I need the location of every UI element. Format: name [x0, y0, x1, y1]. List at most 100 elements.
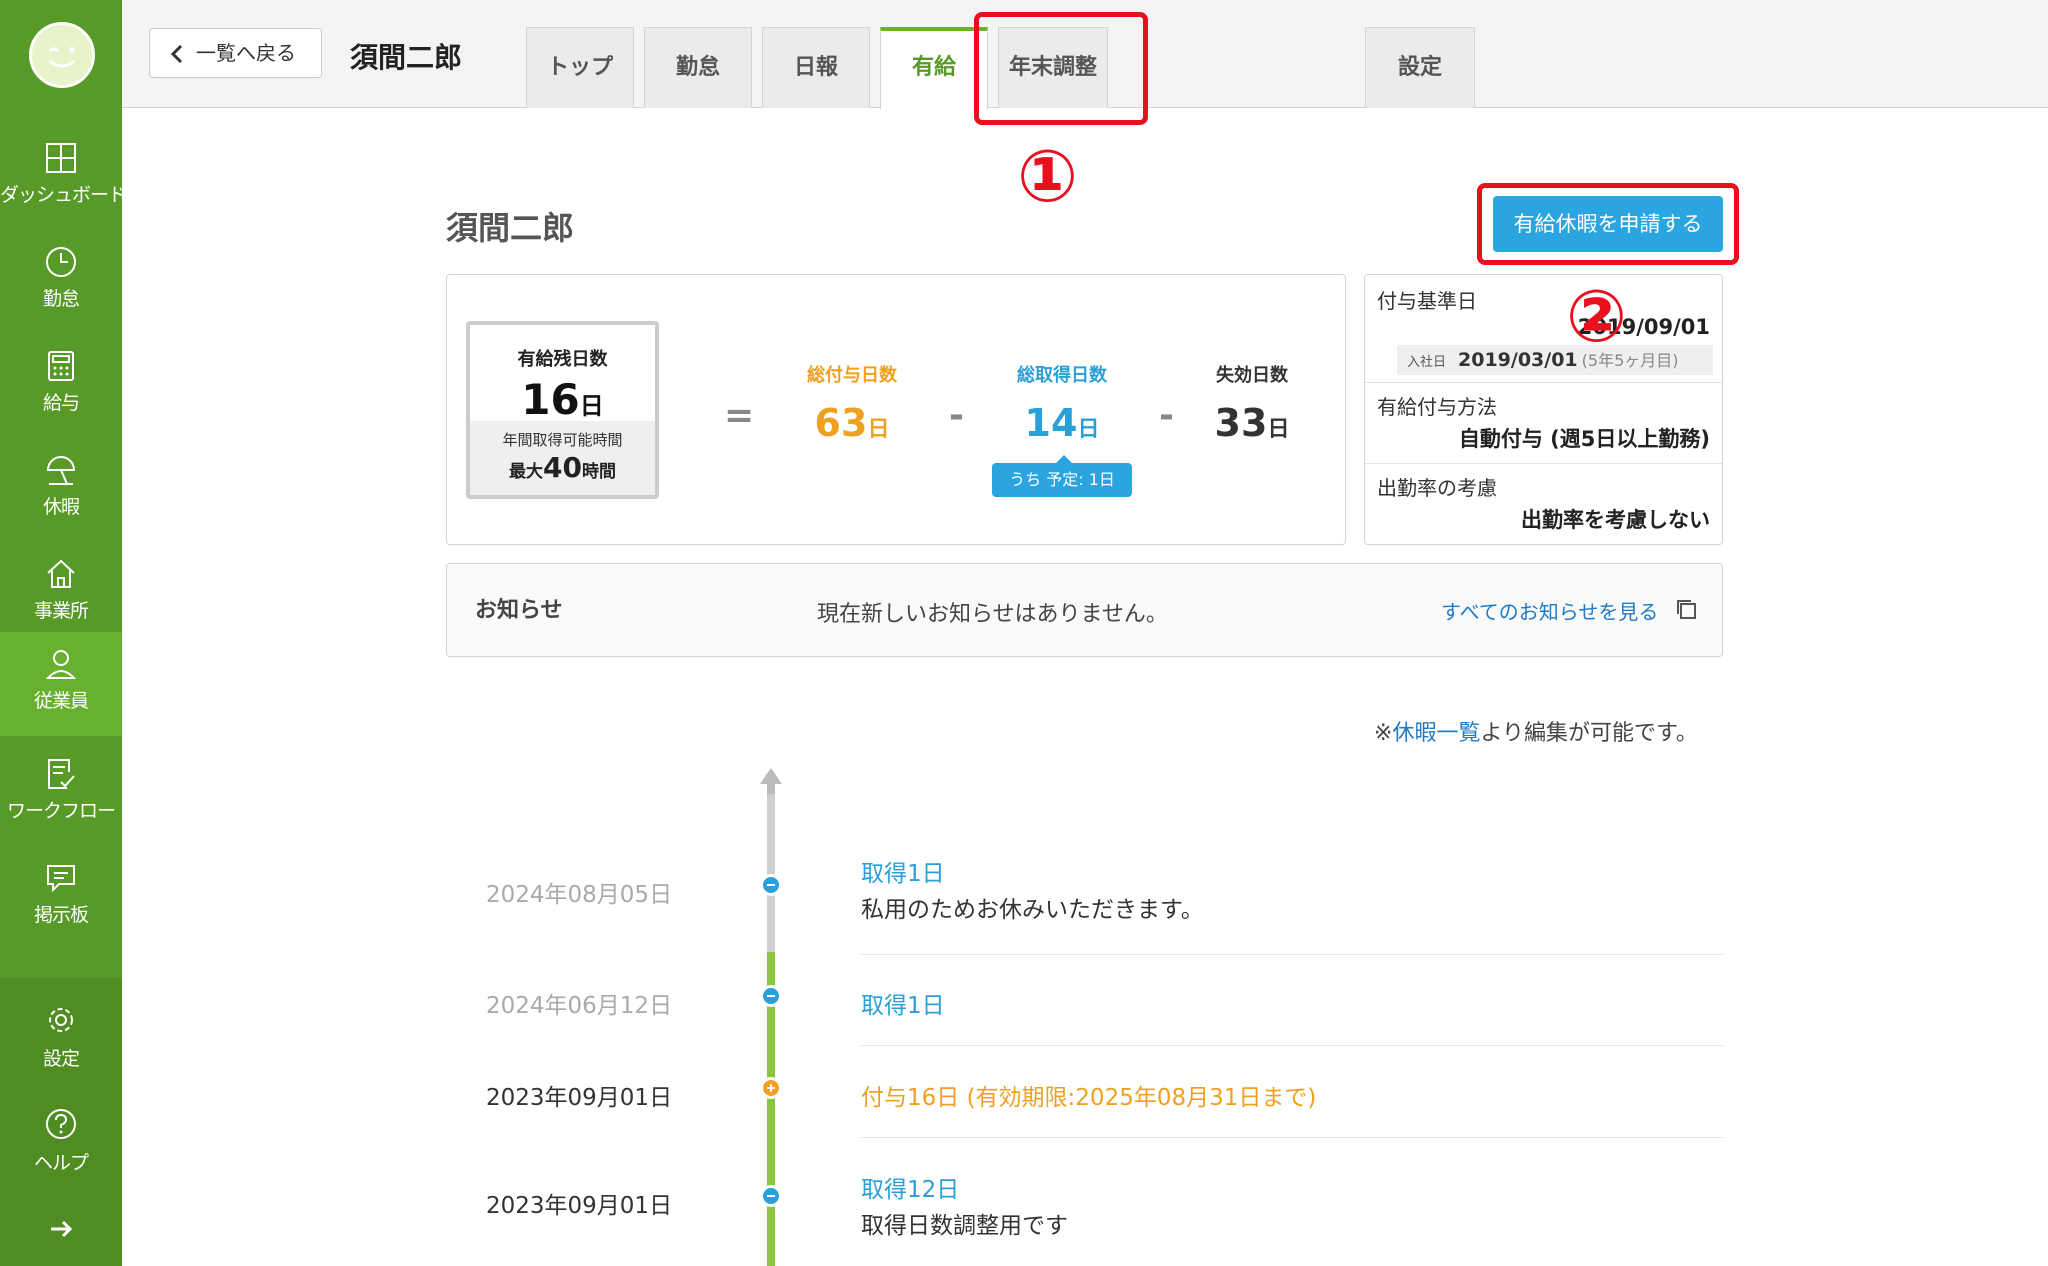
- grant-base-date-label: 付与基準日: [1377, 289, 1477, 313]
- timeline-description: 取得日数調整用です: [861, 1213, 1068, 1239]
- timeline-title: 取得1日: [861, 861, 945, 887]
- calculator-icon: [48, 351, 74, 381]
- timeline-separator: [861, 1045, 1723, 1046]
- app-logo-icon[interactable]: [29, 22, 95, 88]
- total-granted-value: 63日: [814, 401, 890, 445]
- sidebar-item-label: ヘルプ: [33, 1152, 89, 1174]
- callout-number-2: ②: [1566, 274, 1627, 358]
- timeline-title: 付与16日 (有効期限:2025年08月31日まで): [861, 1085, 1317, 1111]
- timeline-separator: [861, 954, 1723, 955]
- remaining-days-box: 有給残日数 16日 年間取得可能時間 最大40時間: [466, 321, 659, 499]
- timeline-line-gray: [767, 794, 775, 952]
- grant-method-section: 有給付与方法 自動付与 (週5日以上勤務): [1365, 383, 1722, 464]
- remaining-days-label: 有給残日数: [517, 349, 608, 370]
- join-date-bar: 入社日 2019/03/01 (5年5ヶ月目): [1397, 345, 1713, 375]
- grant-method-label: 有給付与方法: [1377, 395, 1497, 419]
- back-button-label: 一覧へ戻る: [196, 41, 296, 65]
- total-taken-stat: 総取得日数 14日: [987, 361, 1137, 445]
- sidebar: ダッシュボード 勤怠 給与 休暇 事業所 従業員 ワークフロー 掲示板 設定 ヘ…: [0, 0, 127, 1266]
- timeline-title: 取得12日: [861, 1177, 960, 1203]
- timeline-date: 2024年06月12日: [486, 993, 673, 1019]
- sidebar-item-label: 休暇: [42, 496, 80, 518]
- annual-hours-box: 年間取得可能時間 最大40時間: [470, 421, 655, 495]
- sidebar-bottom: 設定 ヘルプ: [0, 978, 122, 1266]
- sidebar-item-workflow[interactable]: ワークフロー: [0, 742, 122, 846]
- sidebar-item-office[interactable]: 事業所: [0, 542, 122, 646]
- sidebar-item-payroll[interactable]: 給与: [0, 334, 122, 438]
- timeline-date: 2024年08月05日: [486, 882, 673, 908]
- timeline-separator: [861, 1137, 1723, 1138]
- sidebar-item-leave[interactable]: 休暇: [0, 438, 122, 542]
- total-taken-value: 14日: [1024, 401, 1100, 445]
- person-icon: [45, 650, 77, 679]
- timeline-description: 私用のためお休みいただきます。: [861, 897, 1204, 923]
- notice-title: お知らせ: [475, 598, 563, 623]
- sidebar-item-label: 事業所: [33, 600, 89, 622]
- sidebar-item-settings[interactable]: 設定: [0, 978, 122, 1082]
- sidebar-item-label: 掲示板: [33, 904, 89, 926]
- minus-circle-icon: [760, 1185, 782, 1207]
- sidebar-item-label: ワークフロー: [6, 800, 116, 822]
- annual-hours-value: 最大40時間: [509, 451, 616, 484]
- grant-base-date-section: 付与基準日 2019/09/01 入社日 2019/03/01 (5年5ヶ月目): [1365, 275, 1722, 383]
- tab-paid-leave[interactable]: 有給: [880, 27, 988, 109]
- total-granted-label: 総付与日数: [807, 365, 897, 386]
- timeline-arrow-up-icon: [760, 768, 782, 796]
- leave-list-link[interactable]: 休暇一覧: [1392, 721, 1480, 746]
- sidebar-item-dashboard[interactable]: ダッシュボード: [0, 126, 127, 230]
- remaining-days-value: 16日: [521, 375, 604, 424]
- page-title: 須間二郎: [446, 209, 575, 247]
- expired-value: 33日: [1214, 401, 1290, 445]
- planned-days-badge: うち 予定: 1日: [992, 455, 1132, 497]
- highlight-box-paid-leave-tab: [974, 12, 1148, 125]
- tab-attendance[interactable]: 勤怠: [644, 27, 752, 108]
- timeline-date: 2023年09月01日: [486, 1085, 673, 1111]
- sidebar-item-board[interactable]: 掲示板: [0, 846, 122, 950]
- notice-message: 現在新しいお知らせはありません。: [817, 602, 1168, 627]
- tab-top[interactable]: トップ: [526, 27, 634, 108]
- minus-sign: -: [1159, 395, 1174, 436]
- expired-label: 失効日数: [1216, 365, 1288, 386]
- attendance-rate-section: 出勤率の考慮 出勤率を考慮しない: [1365, 464, 1722, 544]
- employee-name: 須間二郎: [350, 41, 463, 74]
- clock-icon: [46, 247, 76, 277]
- dashboard-icon: [46, 143, 76, 173]
- plus-circle-icon: [760, 1077, 782, 1099]
- tab-daily-report[interactable]: 日報: [762, 27, 870, 108]
- tab-settings[interactable]: 設定: [1365, 27, 1475, 108]
- home-icon: [47, 559, 75, 588]
- help-icon: [46, 1109, 76, 1139]
- sidebar-item-attendance[interactable]: 勤怠: [0, 230, 122, 334]
- sidebar-item-employees[interactable]: 従業員: [0, 632, 122, 736]
- external-window-icon[interactable]: [1675, 598, 1697, 620]
- gear-icon: [49, 1008, 73, 1032]
- chevron-left-icon: [170, 44, 183, 64]
- attendance-rate-value: 出勤率を考慮しない: [1521, 508, 1710, 532]
- leave-summary-card: 有給残日数 16日 年間取得可能時間 最大40時間 = 総付与日数 63日 - …: [446, 274, 1346, 545]
- sidebar-item-label: ダッシュボード: [0, 184, 127, 206]
- grant-info-card: 付与基準日 2019/09/01 入社日 2019/03/01 (5年5ヶ月目) 有…: [1364, 274, 1723, 545]
- parasol-icon: [46, 456, 76, 485]
- sidebar-item-label: 勤怠: [42, 288, 80, 310]
- minus-sign: -: [949, 395, 964, 436]
- back-to-list-button[interactable]: 一覧へ戻る: [149, 28, 322, 78]
- sidebar-item-label: 給与: [42, 392, 80, 414]
- sidebar-item-label: 設定: [42, 1048, 80, 1070]
- annual-hours-label: 年間取得可能時間: [502, 431, 623, 449]
- equals-sign: =: [724, 395, 755, 436]
- expired-stat: 失効日数 33日: [1177, 361, 1327, 445]
- checklist-icon: [48, 759, 75, 789]
- chat-icon: [47, 865, 75, 893]
- total-taken-label: 総取得日数: [1017, 365, 1107, 386]
- timeline-title: 取得1日: [861, 993, 945, 1019]
- all-notices-link[interactable]: すべてのお知らせを見る: [1441, 596, 1658, 625]
- minus-circle-icon: [760, 874, 782, 896]
- callout-number-1: ①: [1017, 134, 1078, 218]
- apply-paid-leave-button[interactable]: 有給休暇を申請する: [1493, 196, 1723, 252]
- expand-arrow-icon[interactable]: [46, 1214, 76, 1244]
- edit-note: ※休暇一覧より編集が可能です。: [1374, 721, 1698, 746]
- timeline-date: 2023年09月01日: [486, 1193, 673, 1219]
- notice-card: お知らせ 現在新しいお知らせはありません。 すべてのお知らせを見る: [446, 563, 1723, 657]
- grant-method-value: 自動付与 (週5日以上勤務): [1458, 427, 1710, 451]
- sidebar-item-help[interactable]: ヘルプ: [0, 1082, 122, 1186]
